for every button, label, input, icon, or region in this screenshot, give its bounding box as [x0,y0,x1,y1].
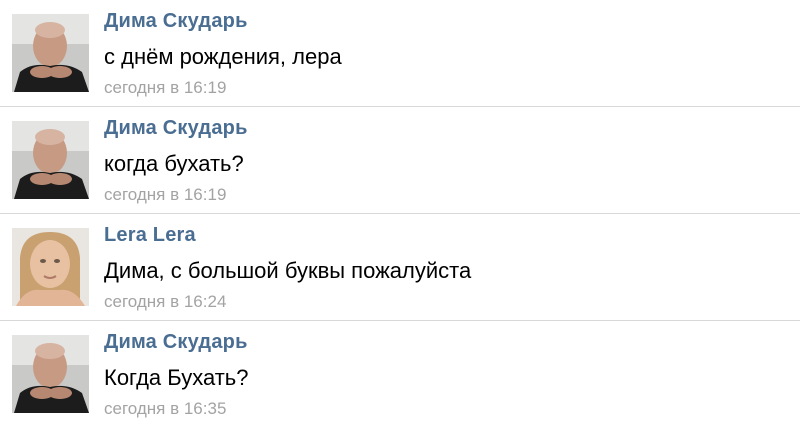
message-timestamp: сегодня в 16:24 [104,292,227,311]
author-name[interactable]: Дима Скударь [104,10,248,33]
man-portrait-avatar-icon [12,335,89,413]
message-feed: Дима Скударь с днём рождения, лера сегод… [0,0,800,431]
message-item[interactable]: Дима Скударь Когда Бухать? сегодня в 16:… [0,321,800,428]
avatar[interactable] [12,121,89,199]
woman-portrait-avatar-icon [12,228,89,306]
message-text: когда бухать? [104,151,244,176]
message-text: с днём рождения, лера [104,44,342,69]
message-timestamp: сегодня в 16:19 [104,78,227,97]
message-timestamp: сегодня в 16:19 [104,185,227,204]
man-portrait-avatar-icon [12,121,89,199]
man-portrait-avatar-icon [12,14,89,92]
message-text: Когда Бухать? [104,365,249,390]
author-name[interactable]: Lera Lera [104,224,196,247]
message-item[interactable]: Дима Скударь когда бухать? сегодня в 16:… [0,107,800,214]
avatar[interactable] [12,228,89,306]
avatar[interactable] [12,335,89,413]
message-timestamp: сегодня в 16:35 [104,399,227,418]
message-text: Дима, с большой буквы пожалуйста [104,258,472,283]
message-item[interactable]: Lera Lera Дима, с большой буквы пожалуйс… [0,214,800,321]
author-name[interactable]: Дима Скударь [104,117,248,140]
message-item[interactable]: Дима Скударь с днём рождения, лера сегод… [0,0,800,107]
avatar[interactable] [12,14,89,92]
author-name[interactable]: Дима Скударь [104,331,248,354]
